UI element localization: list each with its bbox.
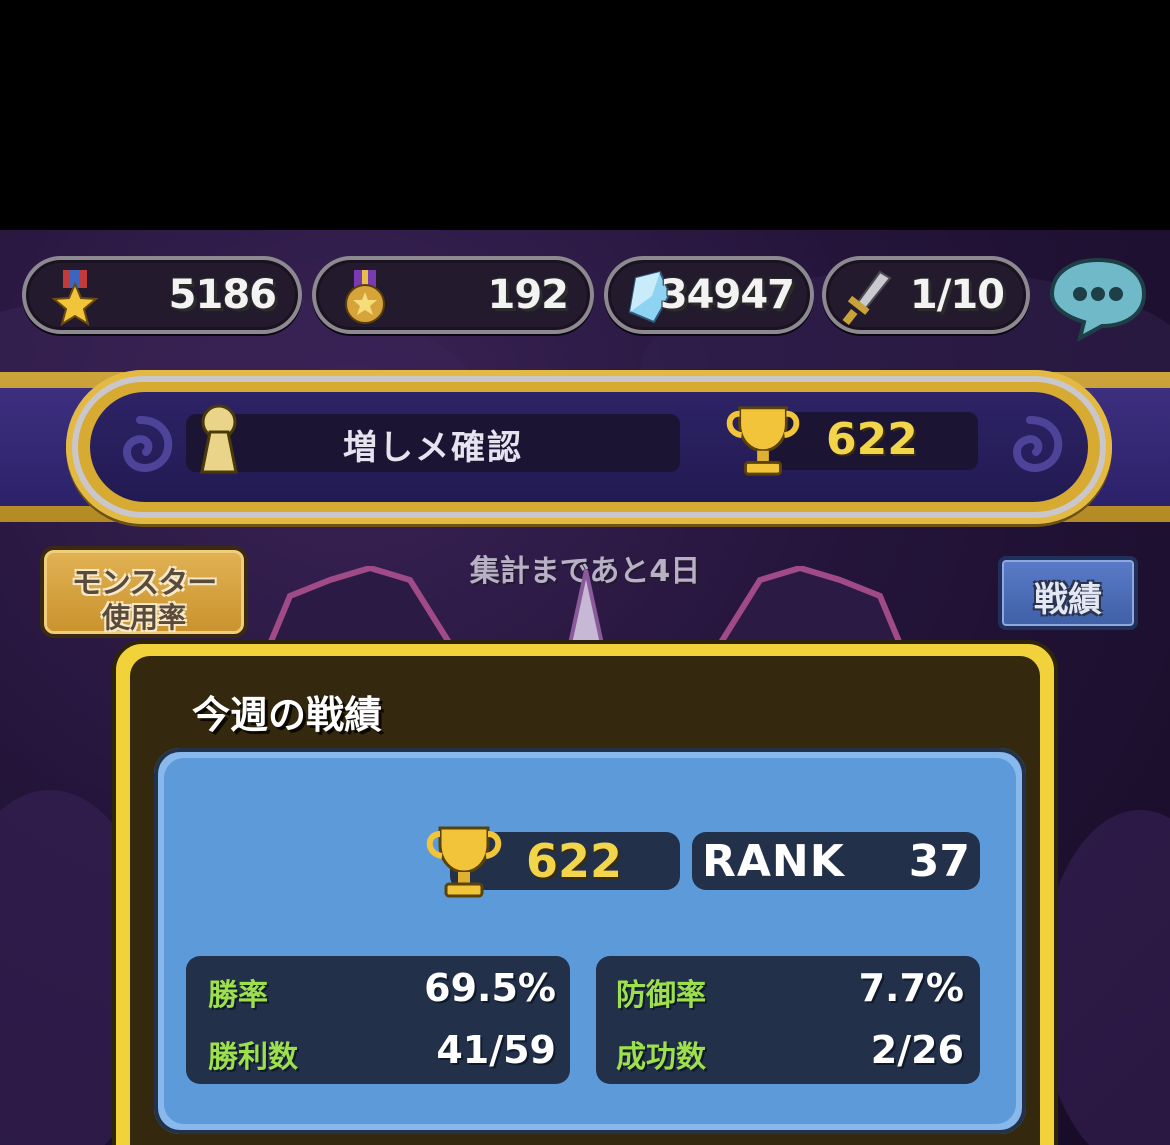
weekly-trophy-count: 622 [526,834,623,888]
currency-pill-gold-medals[interactable]: 192 [312,256,594,334]
trophy-icon [426,826,502,898]
crown-emblem-center [567,569,605,646]
win-rate-value: 69.5% [424,966,556,1010]
weekly-record-title: 今週の戦績 [192,693,383,737]
gold-medal-icon [345,270,385,324]
record-button-label: 戦績 [1034,580,1102,620]
successes-label: 成功数 [616,1040,706,1075]
spiral-emblem-icon [123,416,173,472]
crown-emblem-right [717,566,903,646]
currency-pill-crystals[interactable]: 34947 [604,256,814,334]
monster-usage-label-line2: 使用率 [101,601,186,634]
wins-label: 勝利数 [208,1040,298,1075]
successes-value: 2/26 [870,1028,964,1072]
crown-emblem-left [267,566,453,646]
defense-rate-label: 防御率 [616,978,706,1013]
banner-trophy-count: 622 [826,414,918,465]
sword-icon [842,270,892,325]
record-button[interactable]: 戦績 [998,556,1138,630]
spiral-emblem-icon [1013,416,1063,472]
gold-medal-count: 192 [487,272,569,318]
background-swirl [1040,810,1170,1145]
star-medal-count: 5186 [168,272,277,318]
game-screen: 5186 192 34947 1/10 増しメ確認 622 モンスター 使用率 … [0,0,1170,1145]
top-black-area [0,0,1170,230]
star-medal-icon [51,270,99,326]
stamina-count: 1/10 [909,272,1005,318]
currency-pill-star-medals[interactable]: 5186 [22,256,302,334]
player-name: 増しメ確認 [343,428,523,468]
wins-value: 41/59 [436,1028,556,1072]
currency-pill-stamina[interactable]: 1/10 [822,256,1030,334]
rank-value: 37 [908,836,970,887]
win-rate-label: 勝率 [208,978,268,1013]
monster-usage-button[interactable]: モンスター 使用率 [40,546,248,638]
defense-rate-value: 7.7% [858,966,964,1010]
crystal-count: 34947 [659,272,795,318]
trophy-icon [726,406,800,476]
rank-label: RANK [702,836,845,887]
chat-bubble-icon[interactable] [1046,252,1150,344]
